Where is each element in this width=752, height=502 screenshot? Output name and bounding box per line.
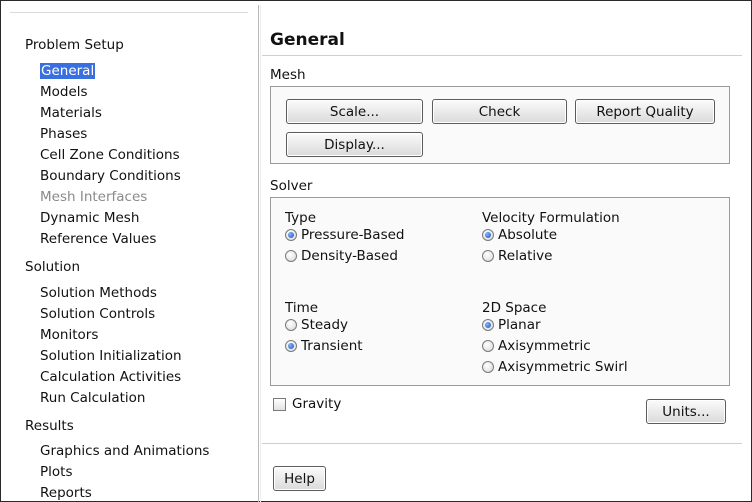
- pressure-based-label: Pressure-Based: [301, 227, 405, 243]
- tree-item-solution-initialization[interactable]: Solution Initialization: [40, 348, 182, 364]
- tree-item-graphics-and-animations[interactable]: Graphics and Animations: [40, 443, 209, 459]
- tree-item-calculation-activities[interactable]: Calculation Activities: [40, 369, 181, 385]
- radio-selected-icon: [482, 229, 494, 241]
- panel-title: General: [270, 30, 345, 50]
- tree-item-materials[interactable]: Materials: [40, 105, 102, 121]
- type-label: Type: [285, 210, 317, 226]
- gravity-checkbox[interactable]: [273, 398, 286, 411]
- mesh-group-label: Mesh: [270, 67, 306, 83]
- title-divider: [262, 55, 742, 56]
- axisymmetric-swirl-label: Axisymmetric Swirl: [498, 359, 628, 375]
- absolute-radio[interactable]: Absolute: [482, 227, 557, 243]
- radio-unselected-icon: [482, 250, 494, 262]
- radio-selected-icon: [285, 340, 297, 352]
- relative-radio[interactable]: Relative: [482, 248, 552, 264]
- radio-selected-icon: [482, 319, 494, 331]
- axisymmetric-label: Axisymmetric: [498, 338, 591, 354]
- relative-label: Relative: [498, 248, 553, 264]
- velocity-formulation-label: Velocity Formulation: [482, 210, 620, 226]
- planar-radio[interactable]: Planar: [482, 317, 541, 333]
- units-button[interactable]: Units...: [646, 399, 726, 424]
- transient-label: Transient: [301, 338, 363, 354]
- solver-group-label: Solver: [270, 178, 313, 194]
- steady-label: Steady: [301, 317, 348, 333]
- radio-unselected-icon: [285, 250, 297, 262]
- help-button[interactable]: Help: [273, 466, 326, 491]
- transient-radio[interactable]: Transient: [285, 338, 363, 354]
- gravity-label[interactable]: Gravity: [292, 396, 341, 412]
- tree-item-phases[interactable]: Phases: [40, 126, 87, 142]
- tree-item-reports[interactable]: Reports: [40, 485, 92, 501]
- tree-item-models[interactable]: Models: [40, 84, 88, 100]
- density-based-label: Density-Based: [301, 248, 398, 264]
- check-button[interactable]: Check: [432, 99, 567, 124]
- report-quality-button[interactable]: Report Quality: [575, 99, 715, 124]
- navigation-tree: Problem Setup General Models Materials P…: [10, 12, 248, 501]
- tree-item-solution-methods[interactable]: Solution Methods: [40, 285, 157, 301]
- axisymmetric-radio[interactable]: Axisymmetric: [482, 338, 591, 354]
- steady-radio[interactable]: Steady: [285, 317, 348, 333]
- tree-item-cell-zone-conditions[interactable]: Cell Zone Conditions: [40, 147, 180, 163]
- tree-item-run-calculation[interactable]: Run Calculation: [40, 390, 146, 406]
- absolute-label: Absolute: [498, 227, 558, 243]
- radio-unselected-icon: [482, 361, 494, 373]
- 2d-space-label: 2D Space: [482, 300, 547, 316]
- scale-button[interactable]: Scale...: [286, 99, 423, 124]
- pressure-based-radio[interactable]: Pressure-Based: [285, 227, 404, 243]
- tree-item-monitors[interactable]: Monitors: [40, 327, 98, 343]
- tree-item-dynamic-mesh[interactable]: Dynamic Mesh: [40, 210, 139, 226]
- pane-splitter-highlight: [260, 5, 261, 502]
- tree-group-results[interactable]: Results: [25, 418, 74, 434]
- time-label: Time: [285, 300, 319, 316]
- radio-unselected-icon: [482, 340, 494, 352]
- tree-group-solution[interactable]: Solution: [25, 259, 80, 275]
- radio-selected-icon: [285, 229, 297, 241]
- planar-label: Planar: [498, 317, 541, 333]
- tree-item-mesh-interfaces: Mesh Interfaces: [40, 189, 148, 205]
- display-button[interactable]: Display...: [286, 132, 423, 157]
- tree-item-boundary-conditions[interactable]: Boundary Conditions: [40, 168, 181, 184]
- radio-unselected-icon: [285, 319, 297, 331]
- bottom-divider: [262, 443, 742, 444]
- tree-item-reference-values[interactable]: Reference Values: [40, 231, 156, 247]
- density-based-radio[interactable]: Density-Based: [285, 248, 398, 264]
- axisymmetric-swirl-radio[interactable]: Axisymmetric Swirl: [482, 359, 628, 375]
- pane-splitter[interactable]: [258, 5, 259, 502]
- tree-item-plots[interactable]: Plots: [40, 464, 72, 480]
- tree-item-general[interactable]: General: [40, 63, 96, 79]
- tree-item-solution-controls[interactable]: Solution Controls: [40, 306, 155, 322]
- tree-group-problem-setup[interactable]: Problem Setup: [25, 37, 124, 53]
